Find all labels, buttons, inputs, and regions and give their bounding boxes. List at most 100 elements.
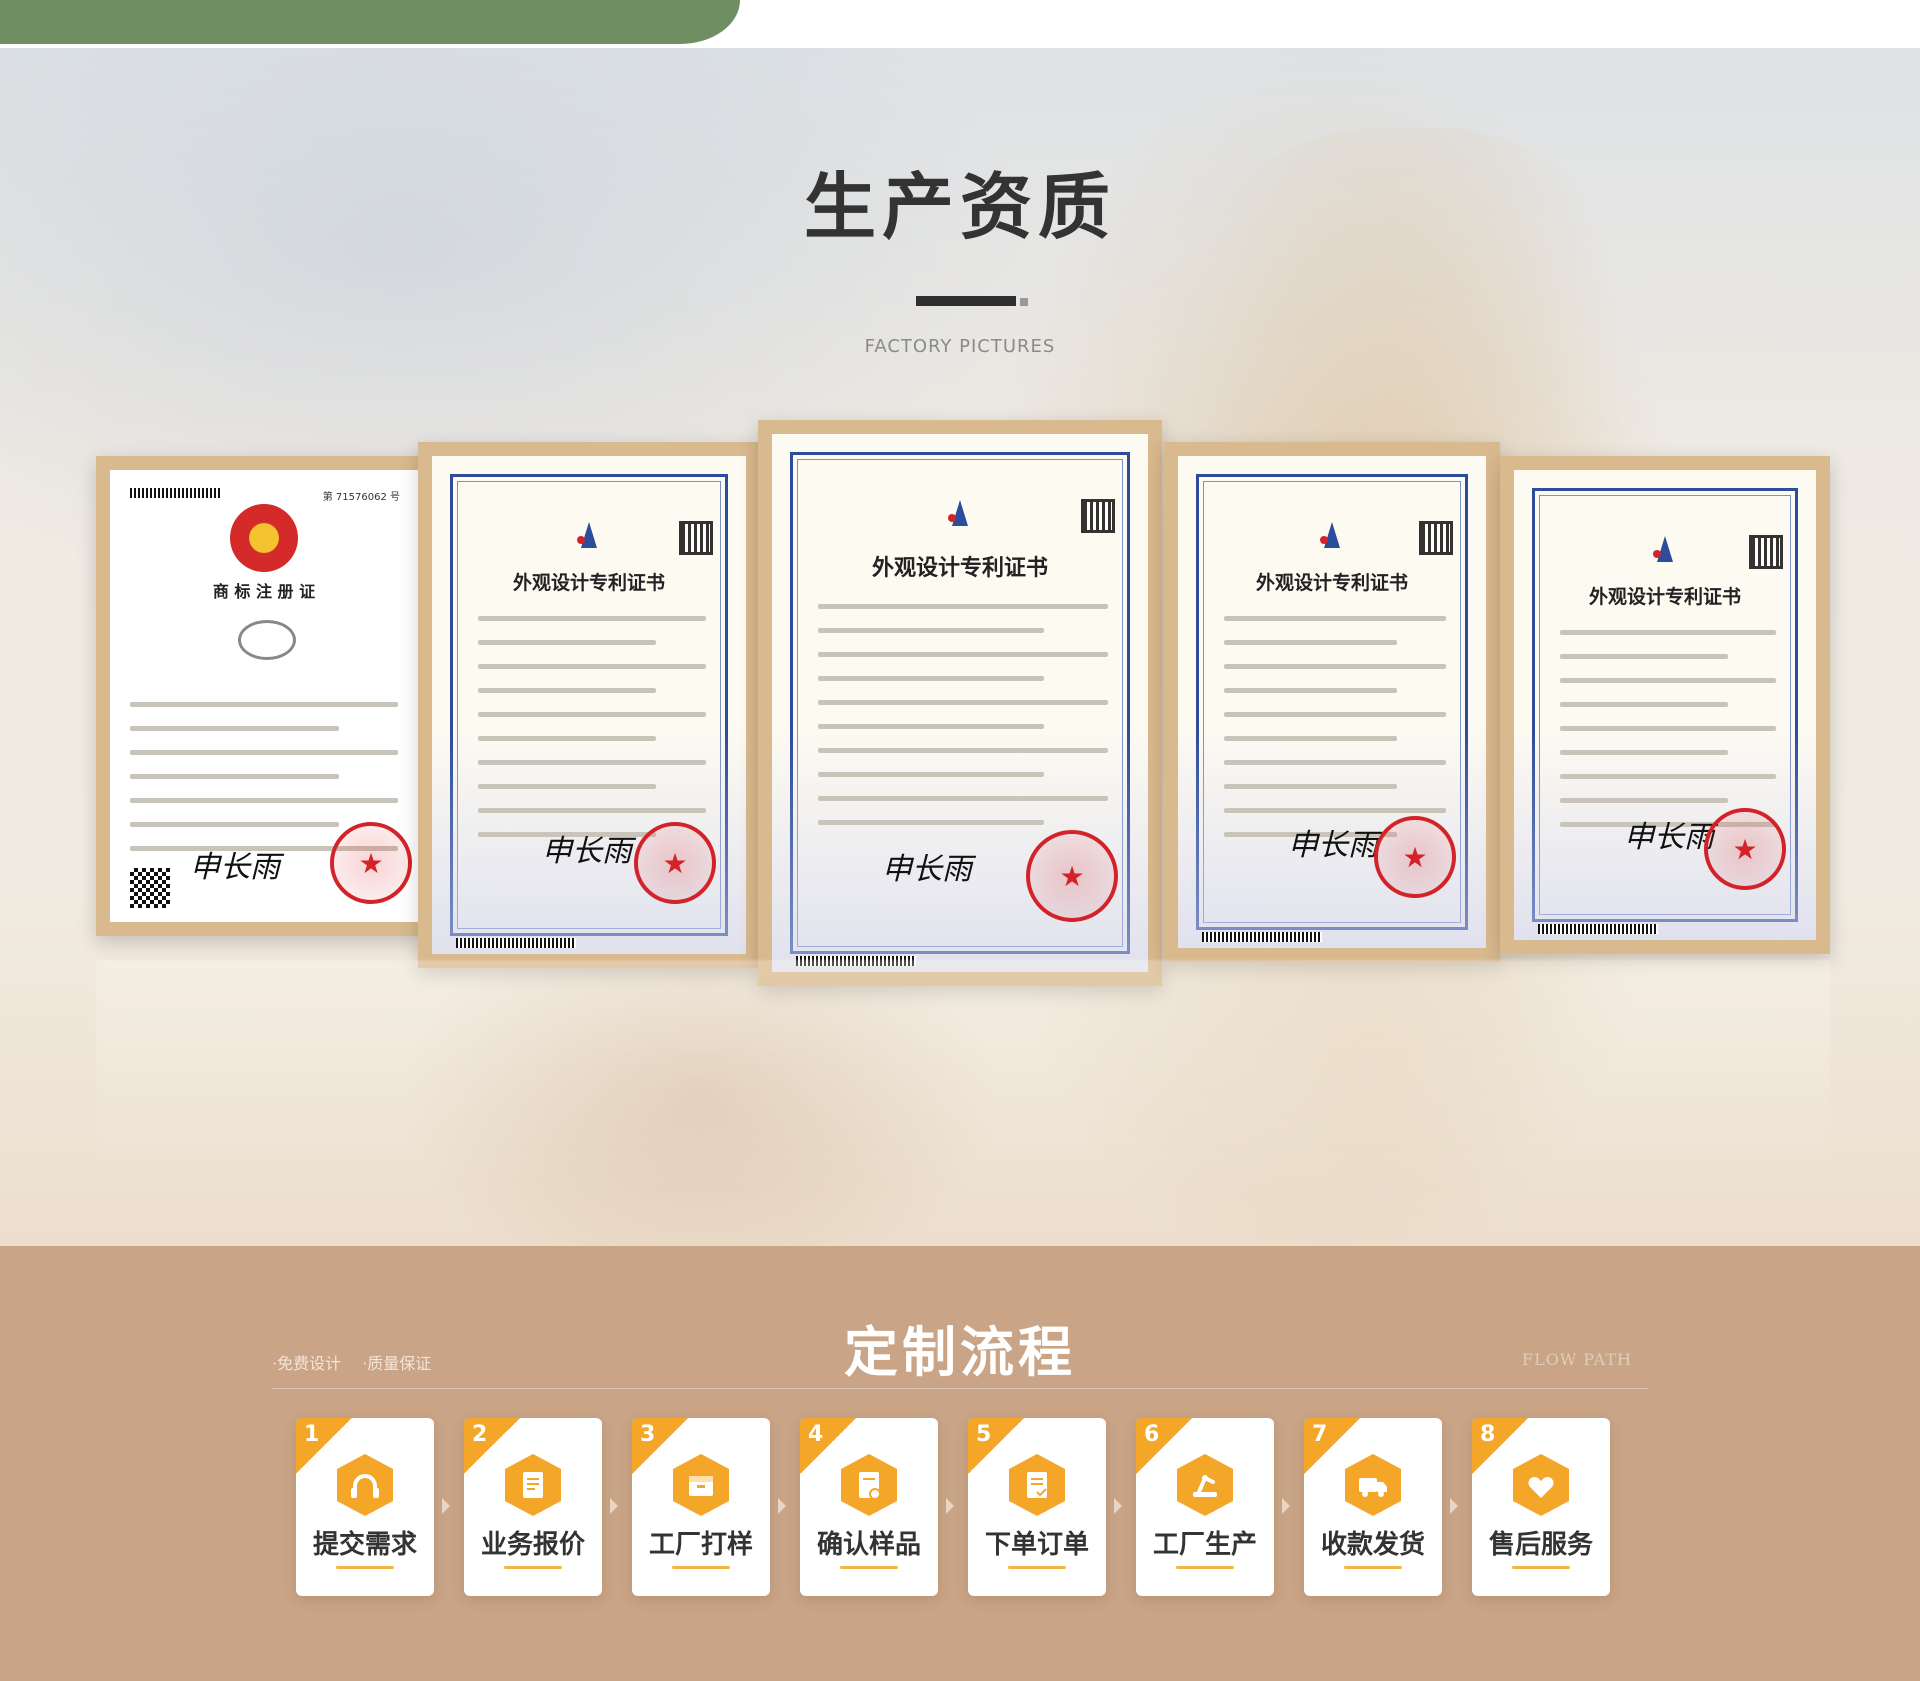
signature: 申长雨 — [882, 852, 972, 887]
step-number: 2 — [472, 1422, 488, 1447]
certificate-paper: 第 71576062 号 商 标 注 册 证 申长雨 ★ — [110, 470, 418, 922]
step-arrow-icon — [442, 1498, 450, 1514]
qr-code-icon — [1749, 535, 1783, 569]
title-underline-dot — [1020, 298, 1028, 306]
step-number: 1 — [304, 1422, 320, 1447]
step-label: 工厂打样 — [648, 1530, 753, 1560]
heart-handshake-icon — [1511, 1452, 1571, 1518]
process-step-2[interactable]: 2 业务报价 — [464, 1418, 602, 1596]
certificate-paper: 外观设计专利证书 申长雨 ★ — [772, 434, 1148, 972]
qr-code-icon — [130, 868, 170, 908]
step-arrow-icon — [1114, 1498, 1122, 1514]
certificate-title: 外观设计专利证书 — [512, 572, 665, 594]
step-underline — [840, 1566, 898, 1569]
step-number: 6 — [1144, 1422, 1160, 1447]
process-title: 定制流程 — [844, 1321, 1076, 1384]
qr-code-icon — [1419, 521, 1453, 555]
process-tags: ·免费设计 ·质量保证 — [272, 1350, 447, 1374]
tag-quality: ·质量保证 — [362, 1354, 432, 1373]
certificate-patent-3[interactable]: 外观设计专利证书 申长雨 ★ — [1164, 442, 1500, 962]
step-underline — [1344, 1566, 1402, 1569]
signature: 申长雨 — [1624, 820, 1714, 855]
section-subtitle: FACTORY PICTURES — [864, 336, 1056, 357]
step-number: 7 — [1312, 1422, 1328, 1447]
signature: 申长雨 — [1288, 828, 1378, 863]
certificates-reflection — [96, 960, 1830, 1190]
barcode-icon — [1538, 924, 1658, 934]
certificate-paper: 外观设计专利证书 申长雨 ★ — [432, 456, 746, 954]
step-underline — [1512, 1566, 1570, 1569]
top-strip — [0, 0, 1920, 48]
barcode-icon — [130, 488, 220, 498]
official-seal-icon: ★ — [1026, 830, 1118, 922]
box-icon — [671, 1452, 731, 1518]
certificate-number: 第 71576062 号 — [322, 492, 400, 503]
process-english-label: FLOW PATH — [1522, 1350, 1632, 1369]
step-arrow-icon — [1450, 1498, 1458, 1514]
step-underline — [336, 1566, 394, 1569]
official-seal-icon: ★ — [1704, 808, 1786, 890]
step-underline — [1008, 1566, 1066, 1569]
certificate-patent-2[interactable]: 外观设计专利证书 申长雨 ★ — [758, 420, 1162, 986]
step-underline — [672, 1566, 730, 1569]
signature: 申长雨 — [190, 850, 280, 885]
process-step-1[interactable]: 1 提交需求 — [296, 1418, 434, 1596]
brand-logo-icon — [238, 620, 296, 660]
process-step-3[interactable]: 3 工厂打样 — [632, 1418, 770, 1596]
certificate-title: 外观设计专利证书 — [871, 555, 1048, 581]
certificate-text-lines — [818, 604, 1108, 844]
process-step-5[interactable]: 5 下单订单 — [968, 1418, 1106, 1596]
top-green-tab — [0, 0, 740, 44]
section-title: 生产资质 — [803, 165, 1116, 249]
tag-free-design: ·免费设计 — [272, 1354, 342, 1373]
certificate-title: 商 标 注 册 证 — [212, 582, 316, 601]
step-arrow-icon — [778, 1498, 786, 1514]
step-label: 工厂生产 — [1152, 1530, 1257, 1560]
official-seal-icon: ★ — [634, 822, 716, 904]
step-label: 业务报价 — [480, 1530, 585, 1560]
process-divider — [272, 1388, 1648, 1389]
approve-document-icon — [839, 1452, 899, 1518]
step-label: 确认样品 — [816, 1530, 921, 1560]
step-arrow-icon — [1282, 1498, 1290, 1514]
cnipa-logo-icon — [1320, 522, 1340, 548]
step-underline — [1176, 1566, 1234, 1569]
qr-code-icon — [679, 521, 713, 555]
cnipa-logo-icon — [948, 500, 968, 526]
certificate-title: 外观设计专利证书 — [1588, 586, 1741, 608]
certificate-text-lines — [478, 616, 706, 856]
title-underline — [916, 296, 1016, 306]
robot-arm-icon — [1175, 1452, 1235, 1518]
certificate-paper: 外观设计专利证书 申长雨 ★ — [1514, 470, 1816, 940]
official-seal-icon: ★ — [1374, 816, 1456, 898]
step-label: 售后服务 — [1488, 1530, 1593, 1560]
signature: 申长雨 — [542, 834, 632, 869]
certificate-paper: 外观设计专利证书 申长雨 ★ — [1178, 456, 1486, 948]
certificate-trademark[interactable]: 第 71576062 号 商 标 注 册 证 申长雨 ★ — [96, 456, 432, 936]
step-arrow-icon — [946, 1498, 954, 1514]
cnipa-logo-icon — [577, 522, 597, 548]
cnipa-logo-icon — [1653, 536, 1673, 562]
qr-code-icon — [1081, 499, 1115, 533]
process-step-7[interactable]: 7 收款发货 — [1304, 1418, 1442, 1596]
step-number: 5 — [976, 1422, 992, 1447]
step-arrow-icon — [610, 1498, 618, 1514]
step-number: 8 — [1480, 1422, 1496, 1447]
process-step-4[interactable]: 4 确认样品 — [800, 1418, 938, 1596]
national-emblem-icon — [230, 504, 298, 572]
certificate-patent-1[interactable]: 外观设计专利证书 申长雨 ★ — [418, 442, 760, 968]
delivery-truck-icon — [1343, 1452, 1403, 1518]
process-step-8[interactable]: 8 售后服务 — [1472, 1418, 1610, 1596]
official-seal-icon: ★ — [330, 822, 412, 904]
step-number: 4 — [808, 1422, 824, 1447]
barcode-icon — [456, 938, 576, 948]
barcode-icon — [1202, 932, 1322, 942]
step-label: 提交需求 — [312, 1530, 417, 1560]
certificate-patent-4[interactable]: 外观设计专利证书 申长雨 ★ — [1500, 456, 1830, 954]
certificate-title: 外观设计专利证书 — [1255, 572, 1408, 594]
step-number: 3 — [640, 1422, 656, 1447]
step-label: 下单订单 — [984, 1530, 1089, 1560]
process-step-6[interactable]: 6 工厂生产 — [1136, 1418, 1274, 1596]
order-list-icon — [1007, 1452, 1067, 1518]
quote-document-icon — [503, 1452, 563, 1518]
